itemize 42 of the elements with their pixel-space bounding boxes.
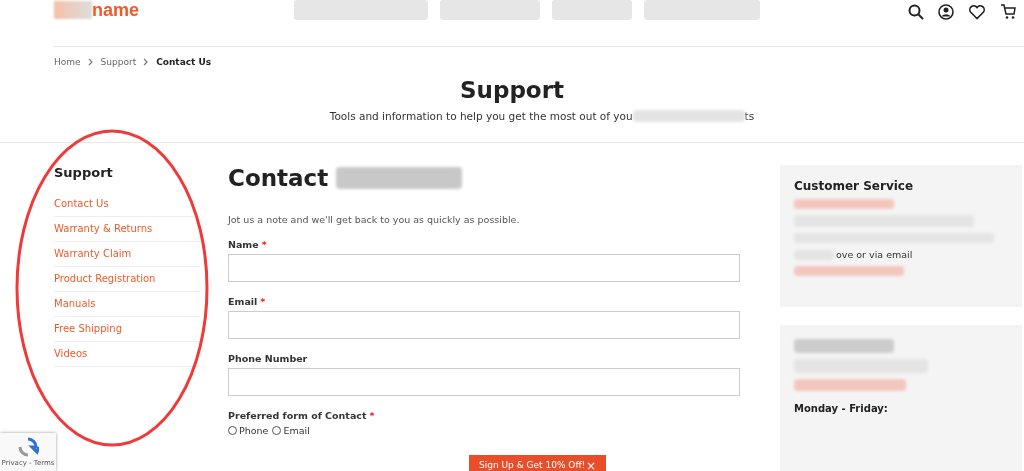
- breadcrumb-link[interactable]: Contact Us: [156, 57, 212, 67]
- sidebar-link[interactable]: Free Shipping: [54, 317, 200, 342]
- sidebar-link[interactable]: Videos: [54, 342, 200, 367]
- cart-icon[interactable]: [1000, 4, 1016, 20]
- banner-text: Sign Up & Get 10% Off!: [479, 460, 586, 470]
- chevron-icon: [143, 58, 150, 66]
- search-icon[interactable]: [908, 4, 924, 20]
- required-mark: *: [260, 296, 266, 307]
- redaction-mark: [54, 1, 92, 19]
- radio-label: Email: [283, 425, 310, 436]
- page-subtitle: Tools and information to help you get the most out of you: [329, 110, 633, 122]
- form-intro: Jot us a note and we'll get back to you as quickly as possible.: [228, 214, 521, 225]
- input-field[interactable]: [228, 311, 740, 339]
- sidebar-title: Support: [54, 165, 114, 180]
- page-subtitle: ts: [744, 110, 755, 122]
- required-mark: *: [369, 410, 375, 421]
- recaptcha-icon: [17, 437, 39, 457]
- breadcrumb-link[interactable]: Home: [54, 57, 81, 67]
- card-text: ove or via email: [836, 249, 913, 260]
- close-button[interactable]: ×: [585, 460, 596, 471]
- field-label: Preferred form of Contact: [228, 410, 367, 421]
- hours-label: Monday - Friday:: [794, 403, 888, 414]
- field-label: Name: [228, 239, 259, 250]
- card-title: Customer Service: [794, 179, 914, 193]
- breadcrumb-link[interactable]: Support: [100, 57, 137, 67]
- sidebar-link[interactable]: Product Registration: [54, 267, 200, 292]
- input-field[interactable]: [228, 254, 740, 282]
- logo[interactable]: name: [92, 0, 140, 20]
- radio-label: Phone: [239, 425, 269, 436]
- sidebar-link[interactable]: Contact Us: [54, 192, 200, 217]
- chevron-icon: [87, 58, 94, 66]
- sidebar-link[interactable]: Warranty & Returns: [54, 217, 200, 242]
- sidebar-link[interactable]: Manuals: [54, 292, 200, 317]
- form-title: Contact: [228, 165, 329, 191]
- field-label: Email: [228, 296, 258, 307]
- field-label: Phone Number: [228, 353, 308, 364]
- page-title: Support: [459, 77, 565, 103]
- required-mark: *: [261, 239, 267, 250]
- user-icon[interactable]: [938, 4, 954, 20]
- input-field[interactable]: [228, 368, 740, 396]
- sidebar-link[interactable]: Warranty Claim: [54, 242, 200, 267]
- heart-icon[interactable]: [968, 4, 986, 20]
